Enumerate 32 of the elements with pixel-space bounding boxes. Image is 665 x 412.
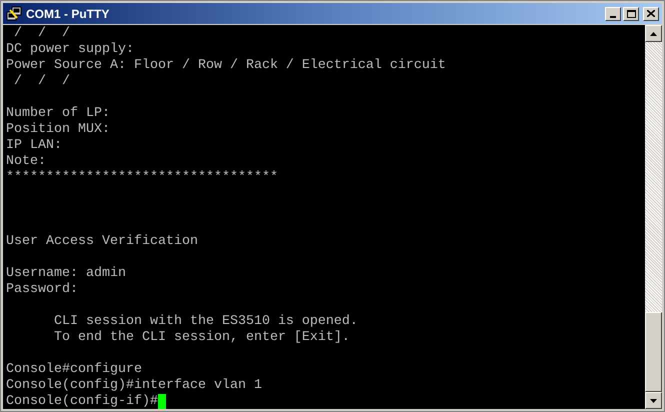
- terminal-line: User Access Verification: [6, 234, 198, 249]
- terminal-line: IP LAN:: [6, 138, 62, 153]
- close-button[interactable]: [643, 6, 659, 20]
- terminal-line: / / /: [12, 26, 70, 41]
- minimize-button[interactable]: [605, 6, 621, 20]
- minimize-icon: [610, 16, 616, 18]
- terminal-line: Power Source A: Floor / Row / Rack / Electrical circuit: [6, 58, 446, 73]
- terminal-line: Console(config)#interface vlan 1: [6, 378, 262, 393]
- terminal-line: DC power supply:: [6, 42, 134, 57]
- terminal-app-icon: [6, 6, 22, 22]
- terminal-line: Console#configure: [6, 362, 142, 377]
- maximize-button[interactable]: [623, 6, 639, 20]
- command-prompt: Console(config-if)#: [6, 394, 158, 409]
- terminal-screen[interactable]: [3, 25, 645, 409]
- terminal-line: Password:: [6, 282, 78, 297]
- terminal-line: Position MUX:: [6, 122, 110, 137]
- terminal-line: To end the CLI session, enter [Exit].: [52, 330, 350, 345]
- terminal-line: CLI session with the ES3510 is opened.: [52, 314, 358, 329]
- terminal-line: Username: admin: [6, 266, 126, 281]
- close-icon: [647, 10, 655, 17]
- maximize-icon: [626, 10, 636, 18]
- terminal-line: Number of LP:: [6, 106, 110, 121]
- scroll-down-button[interactable]: [645, 392, 662, 409]
- terminal-line: Note:: [6, 154, 46, 169]
- scrollbar-thumb[interactable]: [645, 312, 662, 392]
- scroll-up-button[interactable]: [645, 25, 662, 42]
- window-title: COM1 - PuTTY: [26, 8, 110, 20]
- down-arrow-icon: [650, 398, 657, 402]
- up-arrow-icon: [650, 32, 657, 36]
- terminal-line: / / /: [12, 74, 70, 89]
- terminal-line: **********************************: [6, 170, 278, 185]
- scrollbar[interactable]: [645, 25, 662, 409]
